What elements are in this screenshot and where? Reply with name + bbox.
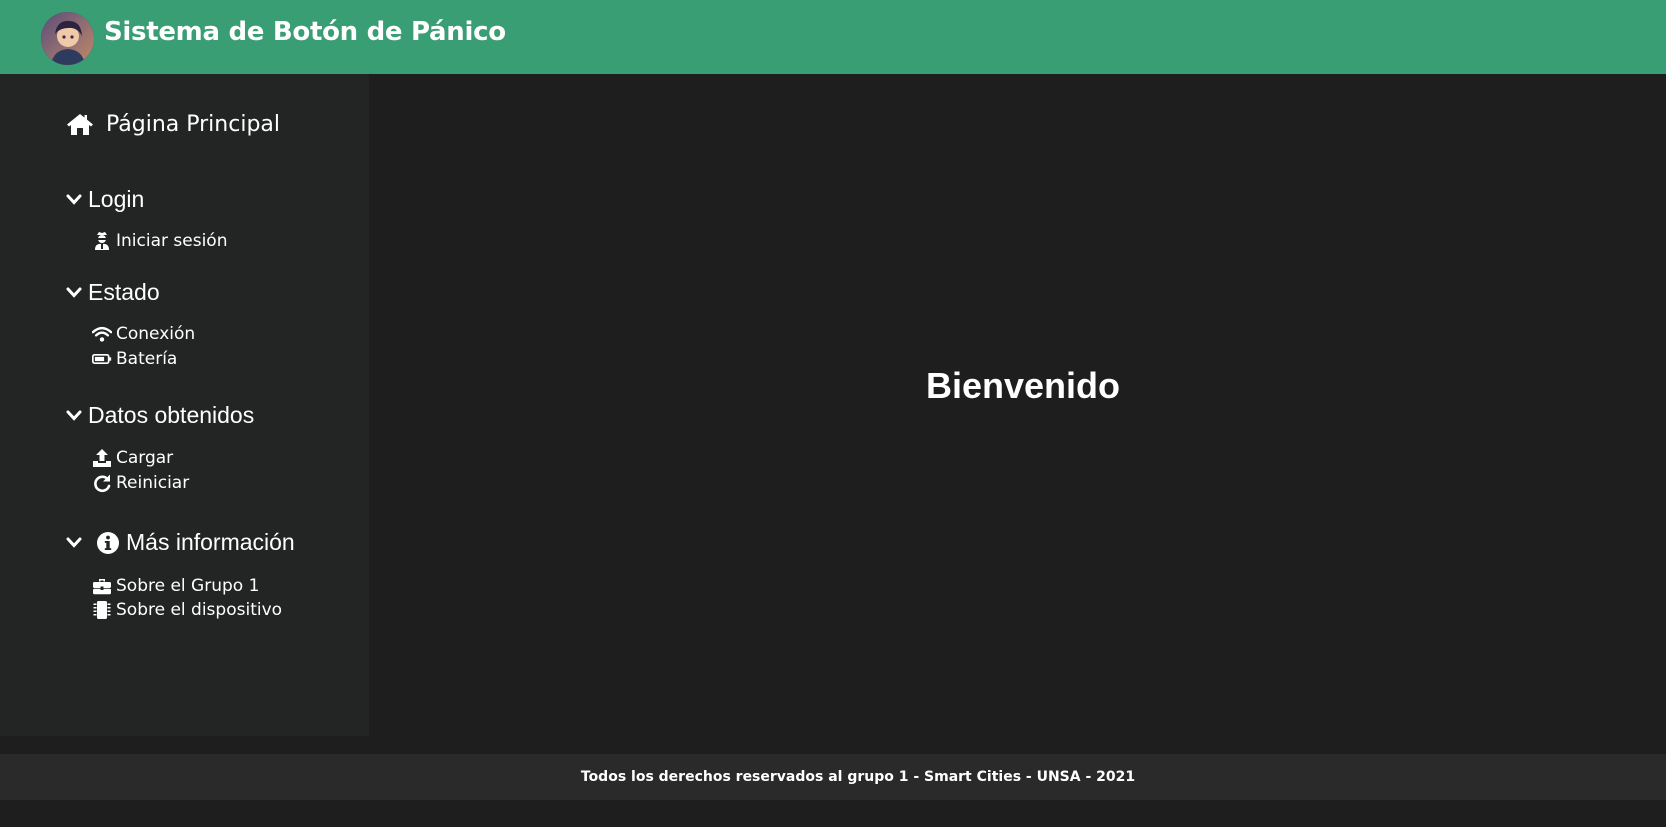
sidebar-item-label: Página Principal (106, 111, 281, 137)
section-mas-informacion[interactable]: Más información (66, 529, 295, 556)
section-label: Estado (88, 279, 160, 305)
sidebar-item-label: Sobre el dispositivo (116, 600, 283, 620)
sidebar-item-bateria[interactable]: Batería (92, 347, 177, 371)
footer-text: Todos los derechos reservados al grupo 1… (580, 769, 1136, 785)
sidebar-item-conexion[interactable]: Conexión (92, 322, 195, 346)
chevron-down-icon (66, 194, 82, 205)
sidebar-item-reiniciar[interactable]: Reiniciar (92, 471, 189, 495)
sidebar-item-label: Batería (116, 349, 178, 369)
app-header: Sistema de Botón de Pánico (0, 0, 1666, 74)
chevron-down-icon (66, 537, 82, 548)
section-estado[interactable]: Estado (66, 279, 160, 306)
redo-icon (94, 474, 111, 493)
sidebar-item-sobre-dispositivo[interactable]: Sobre el dispositivo (92, 598, 282, 622)
section-label: Datos obtenidos (88, 402, 255, 428)
battery-icon (92, 354, 112, 364)
welcome-heading: Bienvenido (926, 365, 1121, 406)
chevron-down-icon (66, 287, 82, 298)
microchip-icon (93, 601, 111, 619)
section-login[interactable]: Login (66, 186, 144, 213)
app-title: Sistema de Botón de Pánico (104, 17, 506, 47)
sidebar-item-label: Cargar (116, 448, 174, 468)
briefcase-icon (93, 579, 111, 595)
user-secret-icon (95, 232, 109, 250)
sidebar-item-label: Sobre el Grupo 1 (116, 576, 260, 596)
sidebar-item-sobre-grupo[interactable]: Sobre el Grupo 1 (92, 574, 259, 598)
footer: Todos los derechos reservados al grupo 1… (0, 754, 1666, 800)
sidebar-item-cargar[interactable]: Cargar (92, 446, 173, 470)
section-datos-obtenidos[interactable]: Datos obtenidos (66, 402, 254, 429)
chevron-down-icon (66, 410, 82, 421)
sidebar-item-home[interactable]: Página Principal (66, 104, 280, 144)
upload-icon (93, 449, 111, 467)
home-icon (67, 114, 93, 135)
section-label: Login (88, 186, 145, 212)
sidebar-item-iniciar-sesion[interactable]: Iniciar sesión (92, 229, 227, 253)
info-circle-icon (97, 531, 119, 554)
sidebar-item-label: Conexión (116, 324, 196, 344)
section-label: Más información (126, 529, 295, 555)
wifi-icon (92, 326, 112, 342)
avatar[interactable] (41, 12, 94, 65)
sidebar-item-label: Reiniciar (116, 473, 190, 493)
sidebar-item-label: Iniciar sesión (116, 231, 228, 251)
